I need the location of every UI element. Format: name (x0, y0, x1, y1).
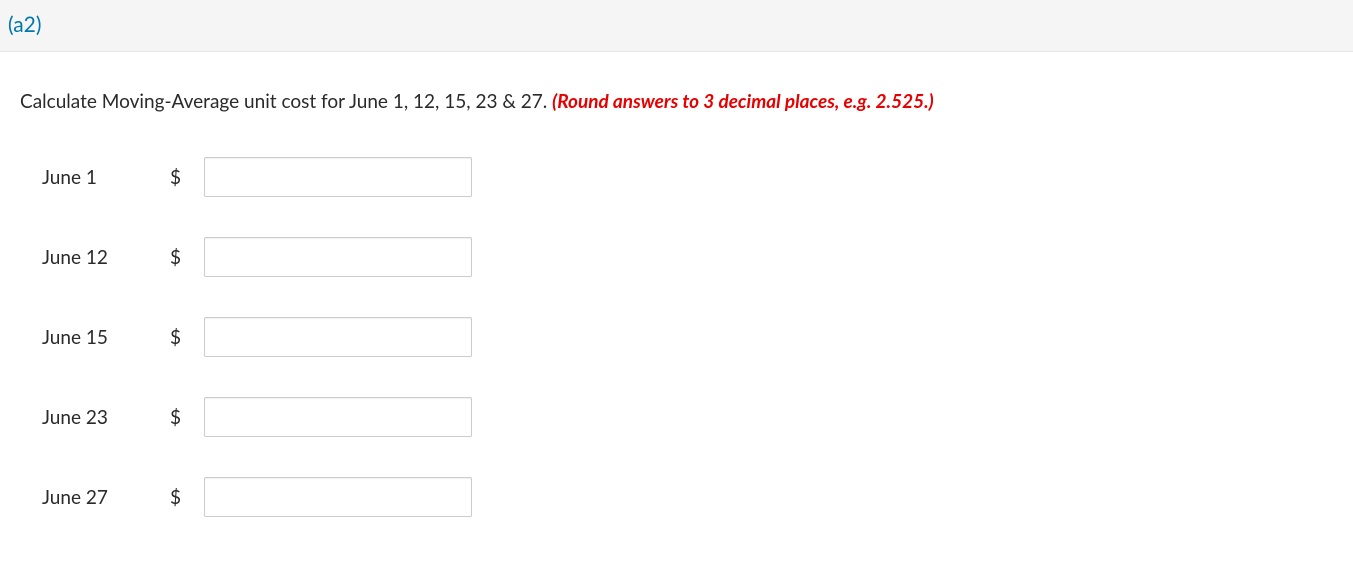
answer-input-june-1[interactable] (204, 157, 472, 197)
row-label-june-1: June 1 (42, 166, 170, 189)
answer-row: June 23 $ (42, 397, 1333, 437)
instruction-hint: (Round answers to 3 decimal places, e.g.… (552, 90, 934, 113)
currency-symbol: $ (170, 326, 204, 349)
currency-symbol: $ (170, 486, 204, 509)
answer-input-june-27[interactable] (204, 477, 472, 517)
currency-symbol: $ (170, 166, 204, 189)
row-label-june-12: June 12 (42, 246, 170, 269)
content-area: Calculate Moving-Average unit cost for J… (0, 52, 1353, 517)
instruction-main: Calculate Moving-Average unit cost for J… (20, 90, 552, 113)
answer-row: June 15 $ (42, 317, 1333, 357)
answer-input-june-12[interactable] (204, 237, 472, 277)
answer-row: June 27 $ (42, 477, 1333, 517)
instruction-text: Calculate Moving-Average unit cost for J… (20, 90, 1333, 113)
row-label-june-15: June 15 (42, 326, 170, 349)
answer-rows: June 1 $ June 12 $ June 15 $ June 23 $ J… (20, 157, 1333, 517)
answer-row: June 12 $ (42, 237, 1333, 277)
currency-symbol: $ (170, 406, 204, 429)
section-label: (a2) (8, 12, 41, 37)
currency-symbol: $ (170, 246, 204, 269)
section-header: (a2) (0, 0, 1353, 52)
row-label-june-27: June 27 (42, 486, 170, 509)
row-label-june-23: June 23 (42, 406, 170, 429)
answer-input-june-23[interactable] (204, 397, 472, 437)
answer-row: June 1 $ (42, 157, 1333, 197)
answer-input-june-15[interactable] (204, 317, 472, 357)
